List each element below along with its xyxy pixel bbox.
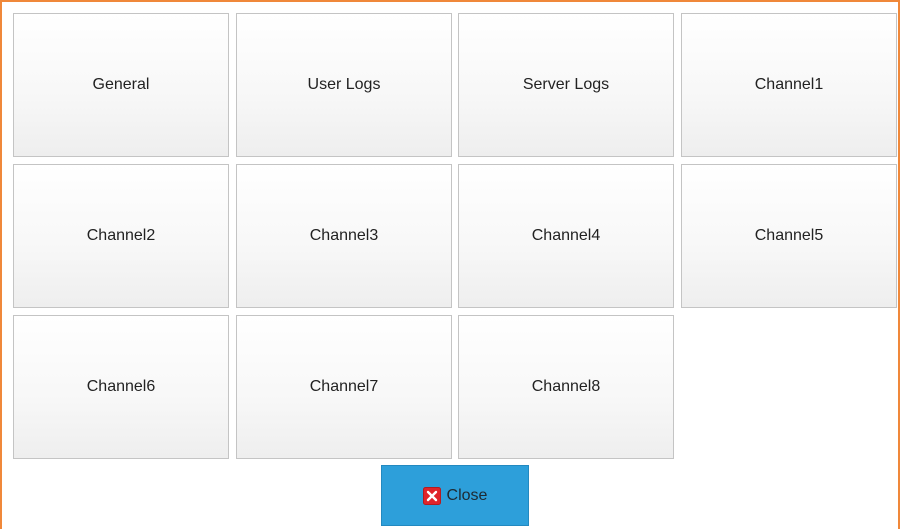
tile-channel8[interactable]: Channel8 bbox=[458, 315, 674, 459]
tile-label: Channel3 bbox=[309, 227, 379, 244]
tile-channel6[interactable]: Channel6 bbox=[13, 315, 229, 459]
tile-channel2[interactable]: Channel2 bbox=[13, 164, 229, 308]
tile-label: Channel2 bbox=[86, 227, 156, 244]
tile-channel4[interactable]: Channel4 bbox=[458, 164, 674, 308]
tile-label: Channel8 bbox=[531, 378, 601, 395]
tile-label: Channel1 bbox=[754, 76, 824, 93]
log-category-grid: General User Logs Server Logs Channel1 C… bbox=[13, 13, 897, 460]
tile-label: Channel5 bbox=[754, 227, 824, 244]
tile-server-logs[interactable]: Server Logs bbox=[458, 13, 674, 157]
tile-label: User Logs bbox=[307, 76, 381, 93]
tile-label: General bbox=[92, 76, 150, 93]
tile-general[interactable]: General bbox=[13, 13, 229, 157]
tile-user-logs[interactable]: User Logs bbox=[236, 13, 452, 157]
tile-label: Channel7 bbox=[309, 378, 379, 395]
tile-channel5[interactable]: Channel5 bbox=[681, 164, 897, 308]
tile-label: Channel6 bbox=[86, 378, 156, 395]
log-viewer-dialog: General User Logs Server Logs Channel1 C… bbox=[0, 0, 900, 529]
close-icon bbox=[422, 486, 441, 505]
tile-label: Channel4 bbox=[531, 227, 601, 244]
tile-channel1[interactable]: Channel1 bbox=[681, 13, 897, 157]
tile-label: Server Logs bbox=[522, 76, 610, 93]
tile-channel7[interactable]: Channel7 bbox=[236, 315, 452, 459]
close-button[interactable]: Close bbox=[381, 465, 529, 526]
tile-channel3[interactable]: Channel3 bbox=[236, 164, 452, 308]
close-button-label: Close bbox=[446, 486, 488, 504]
